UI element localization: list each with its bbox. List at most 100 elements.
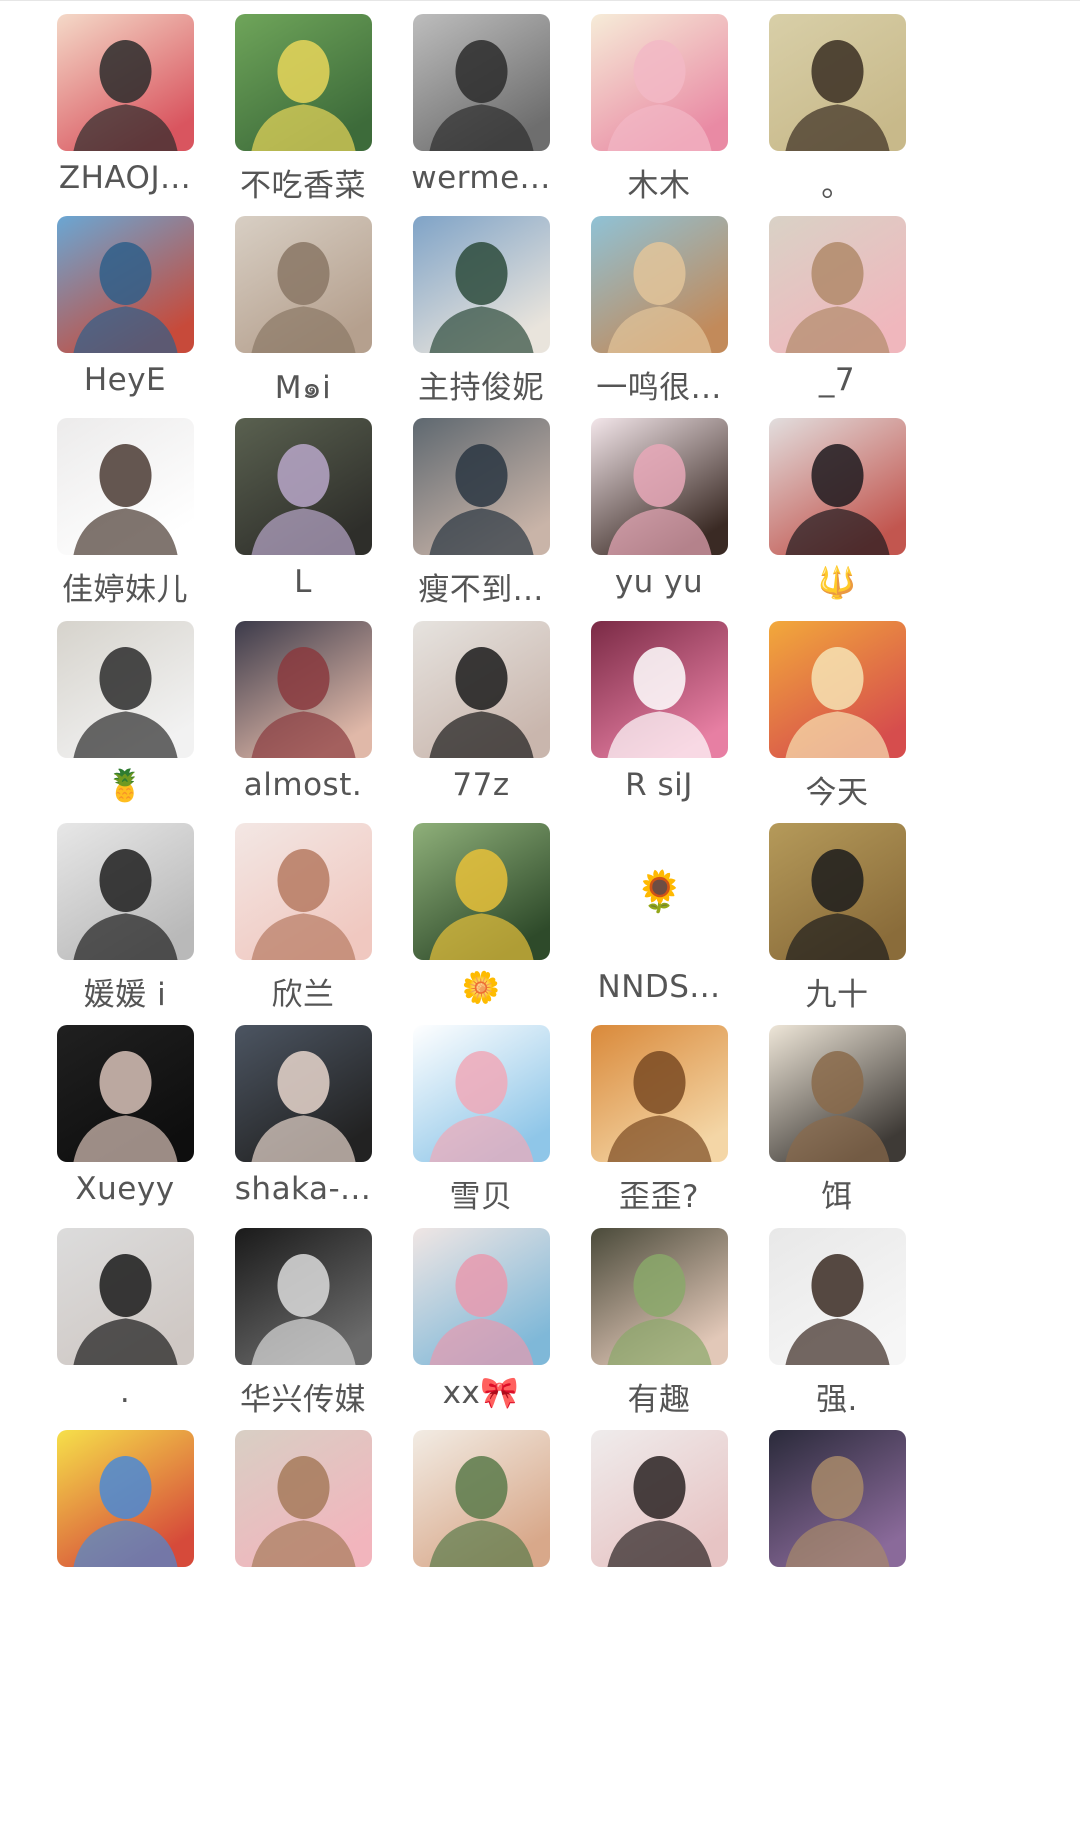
member-item[interactable]	[544, 1416, 751, 1651]
avatar[interactable]	[769, 823, 906, 960]
avatar[interactable]	[591, 621, 728, 758]
member-item[interactable]: 主持俊妮	[366, 202, 573, 437]
avatar-image	[591, 1025, 728, 1162]
member-item[interactable]: 今天	[722, 607, 929, 842]
avatar[interactable]	[235, 823, 372, 960]
member-item[interactable]: werme...	[366, 0, 573, 235]
avatar-image	[769, 823, 906, 960]
member-item[interactable]: _7	[722, 202, 929, 437]
member-item[interactable]: 歪歪?	[544, 1011, 751, 1246]
avatar[interactable]	[591, 1430, 728, 1567]
member-item[interactable]: 饵	[722, 1011, 929, 1246]
avatar[interactable]	[591, 418, 728, 555]
avatar[interactable]	[57, 823, 194, 960]
member-item[interactable]: .	[10, 1214, 217, 1449]
avatar[interactable]	[57, 1430, 194, 1567]
member-item[interactable]: almost.	[188, 607, 395, 842]
avatar-image	[235, 216, 372, 353]
member-name: 今天	[805, 775, 869, 811]
member-item[interactable]: 🌼	[366, 809, 573, 1044]
member-item[interactable]: 不吃香菜	[188, 0, 395, 235]
member-item[interactable]: 🍍	[10, 607, 217, 842]
avatar-image	[57, 216, 194, 353]
avatar[interactable]: 🌻	[591, 823, 728, 960]
member-name: 强.	[816, 1382, 858, 1418]
avatar-image	[235, 1430, 372, 1567]
member-item[interactable]	[722, 1416, 929, 1651]
avatar-image	[769, 14, 906, 151]
member-item[interactable]: 。	[722, 0, 929, 235]
member-item[interactable]: 华兴传媒	[188, 1214, 395, 1449]
member-item[interactable]: 媛媛 i	[10, 809, 217, 1044]
member-item[interactable]: 欣兰	[188, 809, 395, 1044]
avatar[interactable]	[769, 1025, 906, 1162]
avatar[interactable]	[57, 216, 194, 353]
member-item[interactable]	[366, 1416, 573, 1651]
avatar[interactable]	[591, 14, 728, 151]
avatar[interactable]	[591, 1025, 728, 1162]
member-item[interactable]: L	[188, 404, 395, 639]
member-item[interactable]: 一鸣很...	[544, 202, 751, 437]
avatar-image	[235, 1228, 372, 1365]
avatar[interactable]	[591, 216, 728, 353]
avatar[interactable]	[413, 1025, 550, 1162]
member-item[interactable]: 强.	[722, 1214, 929, 1449]
member-item[interactable]: 有趣	[544, 1214, 751, 1449]
member-item[interactable]	[188, 1416, 395, 1651]
avatar[interactable]	[769, 418, 906, 555]
avatar-image	[57, 621, 194, 758]
avatar[interactable]	[413, 216, 550, 353]
avatar[interactable]	[769, 14, 906, 151]
avatar[interactable]	[235, 1025, 372, 1162]
avatar[interactable]	[235, 216, 372, 353]
avatar[interactable]	[235, 14, 372, 151]
avatar-image	[413, 216, 550, 353]
avatar-image	[413, 1430, 550, 1567]
avatar[interactable]	[769, 621, 906, 758]
avatar[interactable]	[413, 823, 550, 960]
avatar-image	[769, 621, 906, 758]
member-item[interactable]: 佳婷妹儿	[10, 404, 217, 639]
member-item[interactable]	[10, 1416, 217, 1651]
avatar[interactable]	[235, 1228, 372, 1365]
avatar[interactable]	[769, 216, 906, 353]
member-item[interactable]: 77z	[366, 607, 573, 842]
avatar[interactable]	[57, 1025, 194, 1162]
member-item[interactable]: ZHAOJ...	[10, 0, 217, 235]
avatar-image	[57, 418, 194, 555]
member-item[interactable]: 木木	[544, 0, 751, 235]
avatar[interactable]	[57, 418, 194, 555]
avatar-image	[235, 418, 372, 555]
member-item[interactable]: 🔱	[722, 404, 929, 639]
avatar[interactable]	[413, 14, 550, 151]
member-item[interactable]: 雪贝	[366, 1011, 573, 1246]
avatar[interactable]	[235, 621, 372, 758]
avatar[interactable]	[591, 1228, 728, 1365]
avatar[interactable]	[57, 14, 194, 151]
avatar[interactable]	[769, 1430, 906, 1567]
member-item[interactable]: Xueyy	[10, 1011, 217, 1246]
avatar[interactable]	[235, 1430, 372, 1567]
member-item[interactable]: 九十	[722, 809, 929, 1044]
avatar[interactable]	[413, 1228, 550, 1365]
avatar[interactable]	[413, 418, 550, 555]
member-item[interactable]: yu yu	[544, 404, 751, 639]
member-name: _7	[818, 362, 856, 398]
avatar-image	[57, 1430, 194, 1567]
member-item[interactable]: xx🎀	[366, 1214, 573, 1449]
avatar[interactable]	[413, 621, 550, 758]
avatar[interactable]	[57, 1228, 194, 1365]
avatar[interactable]	[235, 418, 372, 555]
member-item[interactable]: M๑i	[188, 202, 395, 437]
avatar[interactable]	[769, 1228, 906, 1365]
avatar[interactable]	[413, 1430, 550, 1567]
member-item[interactable]: R siJ	[544, 607, 751, 842]
member-item[interactable]: shaka-...	[188, 1011, 395, 1246]
member-item[interactable]: 🌻 NNDS...	[544, 809, 751, 1044]
sunflower-icon: 🌻	[634, 868, 685, 915]
member-name: 🔱	[817, 565, 857, 601]
member-item[interactable]: 瘦不到...	[366, 404, 573, 639]
avatar[interactable]	[57, 621, 194, 758]
avatar-image	[413, 823, 550, 960]
member-item[interactable]: HeyE	[10, 202, 217, 437]
